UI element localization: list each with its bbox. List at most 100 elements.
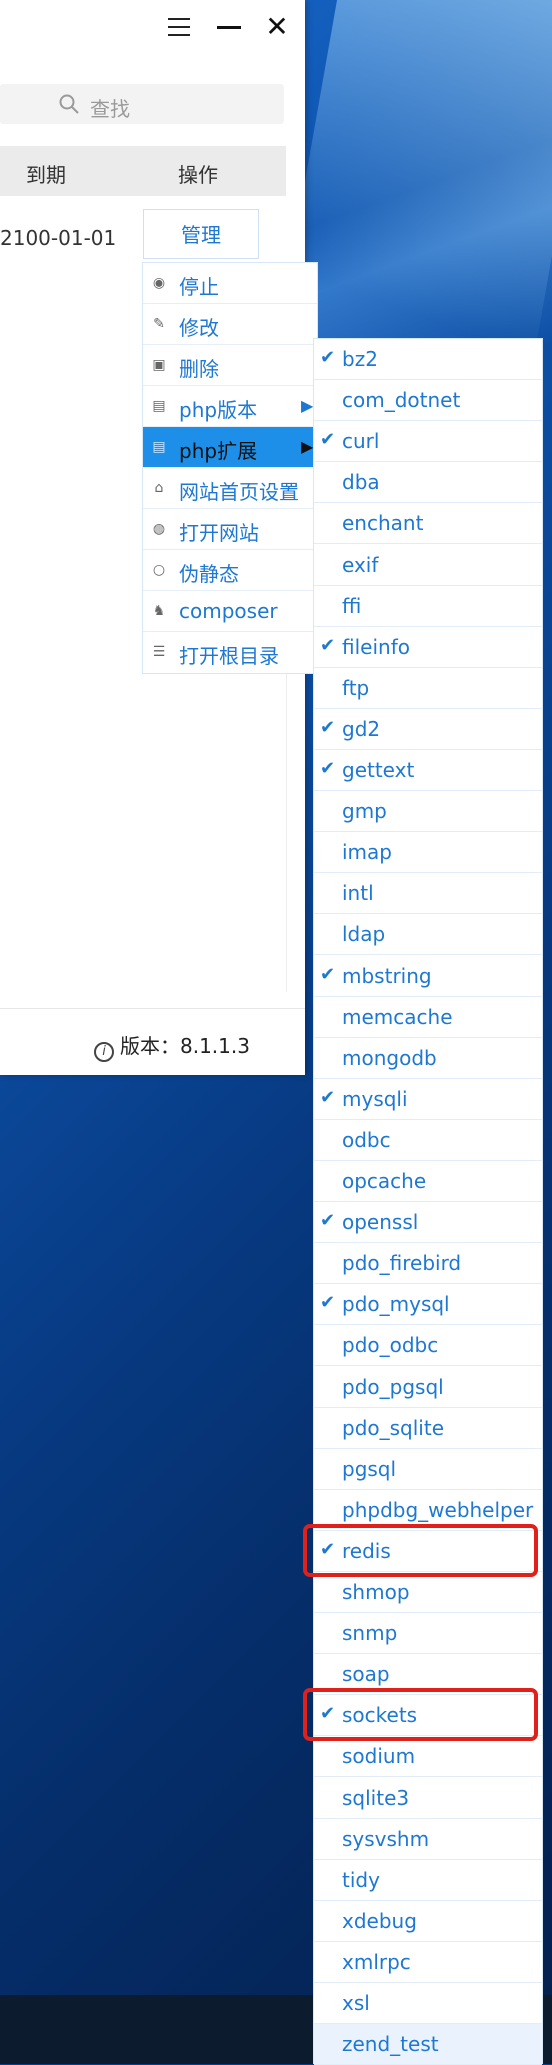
extension-name: openssl: [342, 1210, 419, 1234]
extension-item[interactable]: intl: [314, 873, 542, 914]
extension-item[interactable]: memcache: [314, 997, 542, 1038]
version-info: i 版本：8.1.1.3: [94, 1030, 250, 1062]
extension-name: com_dotnet: [342, 388, 461, 412]
extension-name: pgsql: [342, 1457, 397, 1481]
extension-item[interactable]: pgsql: [314, 1449, 542, 1490]
column-header-expiry: 到期: [26, 163, 66, 187]
extension-item[interactable]: pdo_pgsql: [314, 1367, 542, 1408]
extension-item[interactable]: sqlite3: [314, 1778, 542, 1819]
php-extension-icon: ▤: [152, 439, 166, 455]
submenu-arrow-icon: ▶: [301, 437, 314, 456]
extension-name: pdo_firebird: [342, 1251, 462, 1275]
extension-item[interactable]: ✔ curl: [314, 421, 542, 462]
extension-name: tidy: [342, 1868, 380, 1892]
extension-item[interactable]: xsl: [314, 1983, 542, 2024]
minimize-icon[interactable]: [214, 12, 244, 42]
checkmark-icon: ✔: [320, 1087, 336, 1108]
extension-name: zend_test: [342, 2032, 439, 2056]
extension-item[interactable]: xdebug: [314, 1901, 542, 1942]
submenu-arrow-icon: ▶: [301, 396, 314, 415]
footer-divider: [0, 1008, 305, 1009]
extension-item[interactable]: xmlrpc: [314, 1942, 542, 1983]
context-menu-item[interactable]: ♞ composer: [143, 591, 317, 632]
extension-item[interactable]: imap: [314, 832, 542, 873]
extension-item[interactable]: shmop: [314, 1572, 542, 1613]
extension-item[interactable]: ✔ gd2: [314, 709, 542, 750]
manage-button[interactable]: 管理: [143, 209, 259, 259]
extension-name: imap: [342, 840, 392, 864]
extension-item[interactable]: ✔ bz2: [314, 339, 542, 380]
context-menu-item[interactable]: ▤ php扩展 ▶: [143, 427, 317, 468]
search-icon: [59, 94, 79, 114]
extension-name: mbstring: [342, 964, 432, 988]
expiry-date: 2100-01-01: [0, 226, 117, 250]
extension-item[interactable]: pdo_firebird: [314, 1243, 542, 1284]
menu-icon[interactable]: [164, 12, 194, 42]
checkmark-icon: ✔: [320, 758, 336, 779]
extension-name: pdo_odbc: [342, 1333, 439, 1357]
extension-item[interactable]: ffi: [314, 586, 542, 627]
context-menu-item[interactable]: ○ 伪静态: [143, 550, 317, 591]
extension-item[interactable]: zend_test: [314, 2024, 542, 2065]
extension-item[interactable]: dba: [314, 462, 542, 503]
context-menu-item[interactable]: ▤ php版本 ▶: [143, 386, 317, 427]
extension-item[interactable]: gmp: [314, 791, 542, 832]
context-menu-item-label: composer: [179, 599, 278, 623]
search-input[interactable]: 查找: [0, 84, 284, 124]
search-placeholder: 查找: [90, 97, 130, 121]
context-menu-item-label: 网站首页设置: [179, 480, 299, 504]
extension-item[interactable]: enchant: [314, 503, 542, 544]
extension-item[interactable]: ✔ gettext: [314, 750, 542, 791]
extension-item[interactable]: odbc: [314, 1120, 542, 1161]
extension-item[interactable]: ✔ openssl: [314, 1202, 542, 1243]
extension-name: gettext: [342, 758, 415, 782]
version-label: 版本：8.1.1.3: [120, 1034, 250, 1058]
context-menu-item-label: 删除: [179, 357, 219, 381]
php-extension-submenu: ✔ bz2 com_dotnet ✔ curl dba enchant exif ffi ✔ fil…: [313, 338, 543, 2065]
context-menu-item-label: 伪静态: [179, 562, 239, 586]
list-icon: ☰: [152, 644, 166, 660]
extension-item[interactable]: pdo_odbc: [314, 1325, 542, 1366]
extension-name: sqlite3: [342, 1786, 410, 1810]
extension-item[interactable]: opcache: [314, 1161, 542, 1202]
pencil-icon: ✎: [153, 316, 165, 332]
checkmark-icon: ✔: [320, 1292, 336, 1313]
context-menu-item[interactable]: ☰ 打开根目录: [143, 632, 317, 673]
checkmark-icon: ✔: [320, 635, 336, 656]
extension-item[interactable]: tidy: [314, 1860, 542, 1901]
extension-name: bz2: [342, 347, 378, 371]
extension-name: gmp: [342, 799, 387, 823]
context-menu-item[interactable]: ◉ 停止: [143, 263, 317, 304]
extension-item[interactable]: ftp: [314, 668, 542, 709]
extension-item[interactable]: com_dotnet: [314, 380, 542, 421]
context-menu-item-label: php版本: [179, 398, 258, 422]
info-icon: i: [94, 1042, 114, 1062]
extension-item[interactable]: exif: [314, 545, 542, 586]
extension-item[interactable]: pdo_sqlite: [314, 1408, 542, 1449]
context-menu-item[interactable]: ⌂ 网站首页设置: [143, 468, 317, 509]
extension-name: pdo_pgsql: [342, 1375, 444, 1399]
extension-item[interactable]: snmp: [314, 1613, 542, 1654]
extension-item[interactable]: sysvshm: [314, 1819, 542, 1860]
extension-item[interactable]: ldap: [314, 914, 542, 955]
php-version-icon: ▤: [152, 398, 166, 414]
extension-item[interactable]: ✔ mysqli: [314, 1079, 542, 1120]
extension-item[interactable]: sodium: [314, 1736, 542, 1777]
context-menu-item[interactable]: ✎ 修改: [143, 304, 317, 345]
extension-name: memcache: [342, 1005, 453, 1029]
extension-item[interactable]: ✔ mbstring: [314, 956, 542, 997]
checkmark-icon: ✔: [320, 1210, 336, 1231]
extension-name: dba: [342, 470, 380, 494]
context-menu-item[interactable]: ◍ 打开网站: [143, 509, 317, 550]
home-icon: ⌂: [154, 480, 164, 496]
extension-item[interactable]: mongodb: [314, 1038, 542, 1079]
extension-item[interactable]: ✔ fileinfo: [314, 627, 542, 668]
extension-name: exif: [342, 553, 379, 577]
extension-item[interactable]: ✔ pdo_mysql: [314, 1284, 542, 1325]
extension-name: mysqli: [342, 1087, 408, 1111]
context-menu-item[interactable]: ▣ 删除: [143, 345, 317, 386]
column-header-action: 操作: [178, 163, 218, 187]
close-icon[interactable]: ✕: [262, 12, 292, 42]
extension-name: xsl: [342, 1991, 370, 2015]
extension-name: enchant: [342, 511, 424, 535]
